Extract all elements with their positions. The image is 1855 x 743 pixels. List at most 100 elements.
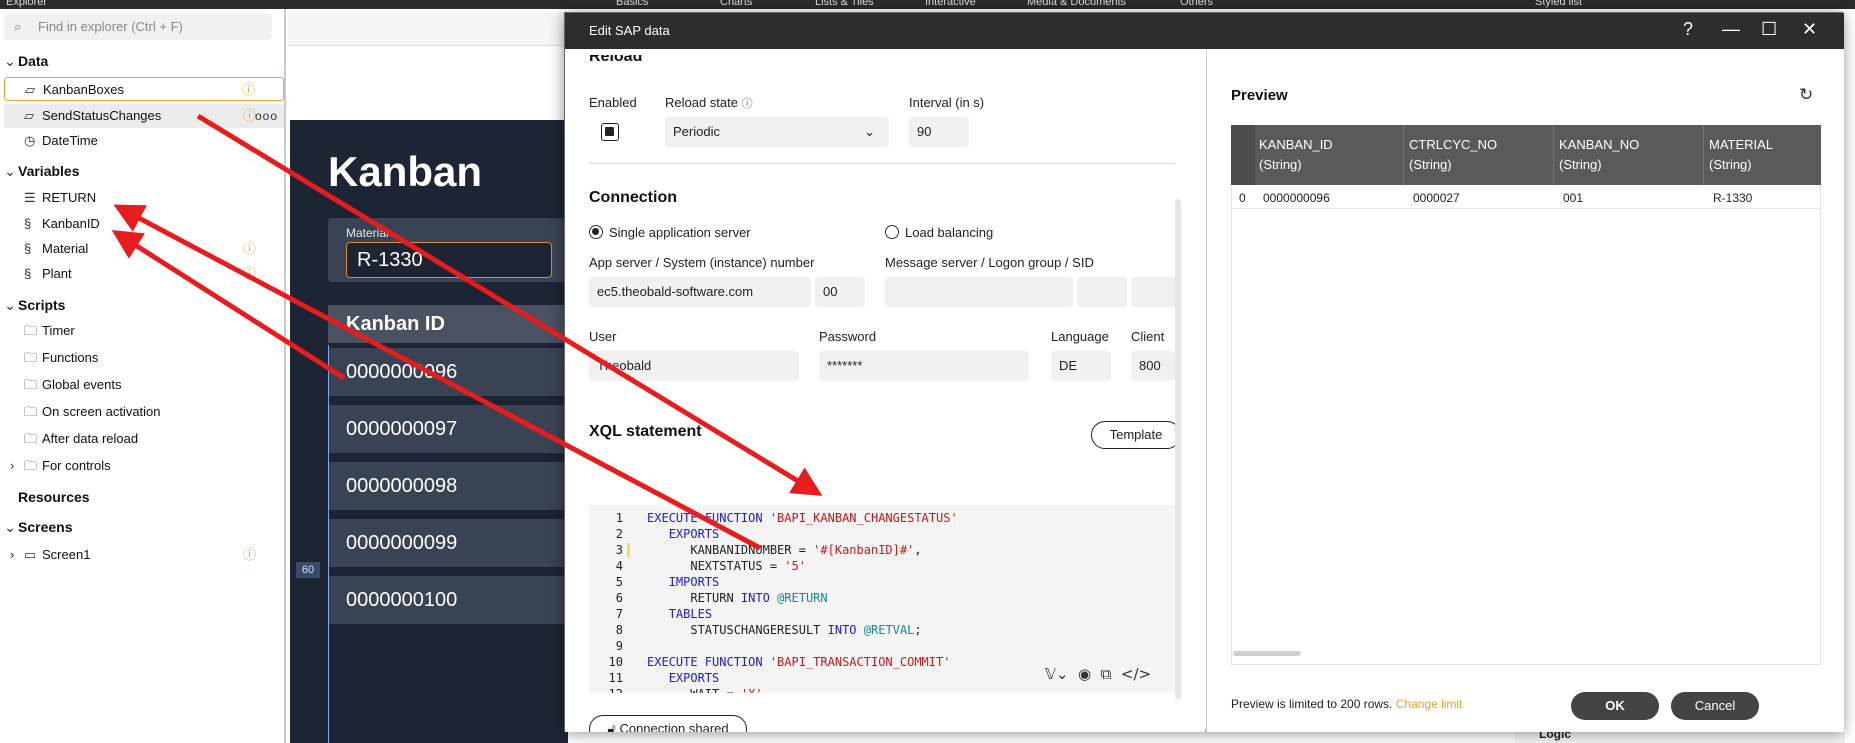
variable-item-material[interactable]: § Material ⓘ	[4, 237, 284, 261]
more-options-icon[interactable]: ooo	[255, 104, 278, 128]
formula-icon[interactable]: 𝕍⌄	[1045, 665, 1068, 683]
search-placeholder: Find in explorer (Ctrl + F)	[38, 19, 183, 34]
item-label: Material	[42, 241, 89, 256]
chevron-down-icon: ⌄	[4, 163, 16, 179]
code-line-1: EXECUTE FUNCTION 'BAPI_KANBAN_CHANGESTAT…	[647, 511, 958, 525]
data-item-sendstatuschanges[interactable]: ▱ SendStatusChanges ⓘ ooo	[4, 104, 284, 128]
maximize-icon[interactable]: ☐	[1761, 19, 1777, 40]
list-variable-icon: ☰	[24, 190, 36, 205]
ok-button[interactable]: OK	[1571, 692, 1659, 720]
script-folder-timer[interactable]: 🗀 Timer	[4, 319, 284, 343]
enabled-checkbox[interactable]	[601, 123, 619, 141]
item-label: KanbanID	[42, 216, 100, 231]
chevron-right-icon[interactable]: ›	[10, 454, 14, 478]
line-number: 11	[608, 671, 623, 685]
eye-icon[interactable]: ◉	[1078, 665, 1091, 683]
column-header[interactable]: MATERIAL (String)	[1709, 135, 1773, 175]
table-row[interactable]: 0 0000000096 0000027 001 R-1330	[1231, 185, 1821, 209]
logon-group-input[interactable]	[1077, 277, 1127, 307]
help-icon[interactable]: ?	[1683, 19, 1693, 40]
explorer-tab[interactable]: Explorer	[6, 0, 47, 8]
app-server-label: App server / System (instance) number	[589, 255, 815, 270]
settings-scrollbar[interactable]	[1175, 199, 1181, 699]
kanban-row[interactable]: 0000000097	[328, 405, 568, 453]
info-icon[interactable]: ⓘ	[742, 98, 753, 110]
tab-styled-list[interactable]: Styled list	[1535, 0, 1582, 8]
client-input[interactable]: 800	[1131, 351, 1175, 381]
message-server-input[interactable]	[885, 277, 1073, 307]
variable-item-plant[interactable]: § Plant ⓘ	[4, 262, 284, 286]
table-cell: 0000000096	[1263, 191, 1330, 205]
script-folder-functions[interactable]: 🗀 Functions	[4, 346, 284, 370]
expand-icon[interactable]: ⧉	[1101, 665, 1112, 683]
tab-interactive[interactable]: Interactive	[925, 0, 976, 8]
change-limit-link[interactable]: Change limit	[1396, 697, 1463, 711]
data-item-datetime[interactable]: ◷ DateTime	[4, 129, 284, 153]
section-scripts[interactable]: ⌄ Scripts	[0, 297, 65, 314]
interval-input[interactable]: 90	[909, 117, 969, 147]
selection-size-badge: 60	[296, 562, 320, 578]
xql-code-editor[interactable]: 1 2 3 4 5 6 7 8 9 10 11 12 EXECUTE FUNCT…	[589, 505, 1177, 693]
column-header[interactable]: CTRLCYC_NO (String)	[1409, 135, 1497, 175]
tab-charts[interactable]: Charts	[720, 0, 752, 8]
material-input[interactable]: R-1330	[346, 242, 552, 278]
radio-selected-icon[interactable]	[589, 225, 603, 239]
column-header[interactable]: KANBAN_NO (String)	[1559, 135, 1639, 175]
column-divider	[1403, 125, 1404, 185]
language-input[interactable]: DE	[1051, 351, 1111, 381]
script-folder-after-data-reload[interactable]: 🗀 After data reload	[4, 427, 284, 451]
kanban-row[interactable]: 0000000098	[328, 462, 568, 510]
kanban-row[interactable]: 0000000100	[328, 576, 568, 624]
message-server-label: Message server / Logon group / SID	[885, 255, 1094, 270]
variable-item-return[interactable]: ☰ RETURN	[4, 186, 284, 210]
preview-horizontal-scrollbar[interactable]	[1233, 651, 1301, 656]
comment-icon[interactable]: ⓘ	[243, 543, 256, 567]
variable-item-kanbanid[interactable]: § KanbanID	[4, 212, 284, 236]
script-folder-on-screen-activation[interactable]: 🗀 On screen activation	[4, 400, 284, 424]
sid-input[interactable]	[1131, 277, 1181, 307]
chevron-right-icon[interactable]: ›	[10, 543, 14, 567]
template-button[interactable]: Template	[1091, 421, 1181, 449]
tab-basics[interactable]: Basics	[616, 0, 648, 8]
connection-heading: Connection	[589, 189, 677, 206]
folder-icon: 🗀	[24, 350, 38, 365]
kanban-row[interactable]: 0000000099	[328, 519, 568, 567]
explorer-search-input[interactable]: ⌕ Find in explorer (Ctrl + F)	[4, 14, 272, 40]
reload-state-select[interactable]: Periodic ⌄	[665, 117, 889, 147]
section-data[interactable]: ⌄ Data	[0, 53, 48, 70]
comment-icon[interactable]: ⓘ	[243, 262, 256, 286]
comment-icon[interactable]: ⓘ	[243, 237, 256, 261]
tab-lists[interactable]: Lists & Tiles	[815, 0, 874, 8]
column-header[interactable]: KANBAN_ID (String)	[1259, 135, 1333, 175]
code-line-12: WAIT = 'X'	[647, 687, 762, 693]
section-variables-label: Variables	[18, 163, 80, 179]
screen-item-screen1[interactable]: › ▭ Screen1 ⓘ	[4, 543, 284, 567]
kanban-row[interactable]: 0000000096	[328, 348, 568, 396]
user-input[interactable]: Theobald	[589, 351, 799, 381]
connection-shared-button[interactable]: 🔓︎ Connection shared	[589, 715, 747, 732]
single-server-option[interactable]: Single application server	[589, 225, 751, 240]
right-properties-edge	[1843, 12, 1855, 743]
comment-icon[interactable]: ⓘ	[242, 78, 255, 102]
code-icon[interactable]: </>	[1121, 665, 1151, 683]
load-balancing-option[interactable]: Load balancing	[885, 225, 993, 240]
minimize-icon[interactable]: —	[1722, 19, 1740, 40]
section-resources[interactable]: Resources	[0, 489, 90, 505]
tab-others[interactable]: Others	[1180, 0, 1213, 8]
data-item-kanbanboxes[interactable]: ▱ KanbanBoxes ⓘ	[4, 77, 284, 101]
instance-number-input[interactable]: 00	[815, 277, 865, 307]
cancel-button[interactable]: Cancel	[1671, 692, 1759, 720]
script-folder-global-events[interactable]: 🗀 Global events	[4, 373, 284, 397]
password-input[interactable]: *******	[819, 351, 1029, 381]
app-server-input[interactable]: ec5.theobald-software.com	[589, 277, 811, 307]
radio-icon[interactable]	[885, 225, 899, 239]
chevron-down-icon: ⌄	[4, 53, 16, 69]
line-number: 12	[589, 687, 623, 693]
section-screens[interactable]: ⌄ Screens	[0, 519, 72, 536]
close-icon[interactable]: ✕	[1802, 19, 1817, 40]
section-screens-label: Screens	[18, 519, 73, 535]
script-folder-for-controls[interactable]: › 🗀 For controls	[4, 454, 284, 478]
section-variables[interactable]: ⌄ Variables	[0, 163, 80, 180]
tab-media[interactable]: Media & Documents	[1027, 0, 1126, 8]
refresh-icon[interactable]: ↻	[1799, 85, 1813, 105]
